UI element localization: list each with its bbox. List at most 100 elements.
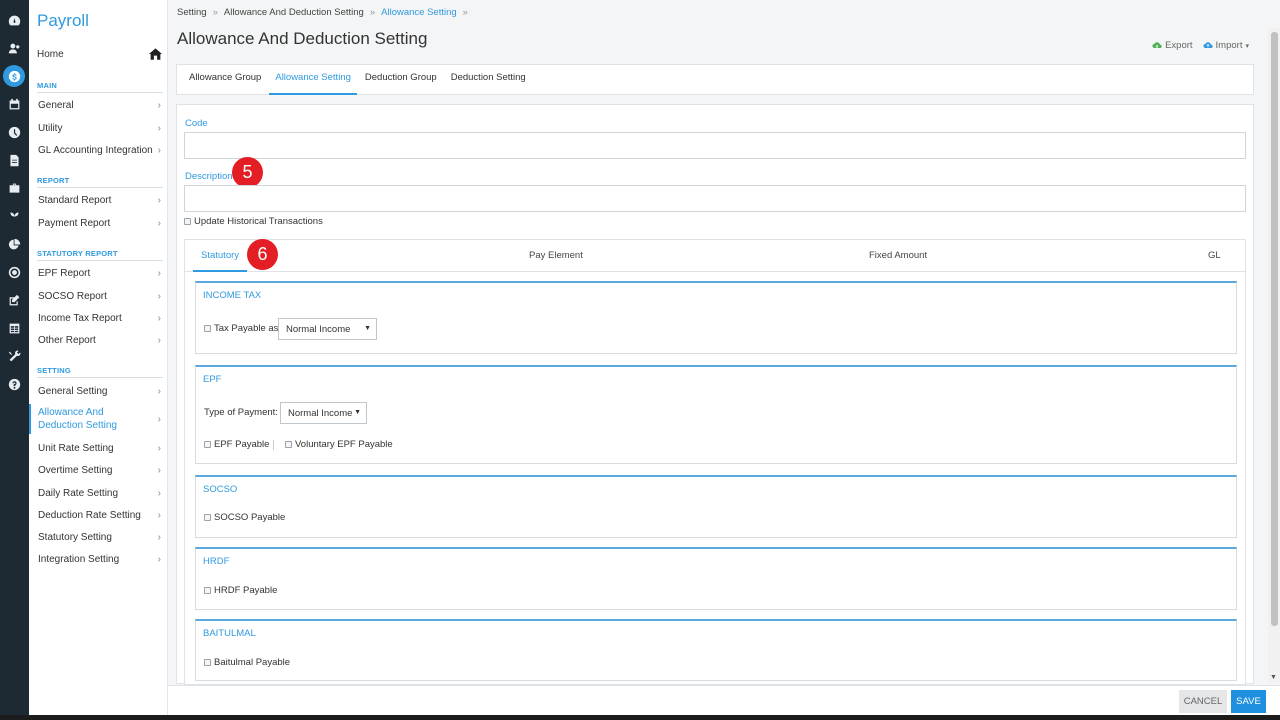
voluntary-epf-row[interactable]: Voluntary EPF Payable xyxy=(285,439,393,450)
chevron-right-icon: › xyxy=(157,413,161,425)
settings-tabs: Allowance Group Allowance Setting Deduct… xyxy=(176,64,1254,95)
breadcrumb-allowance-deduction[interactable]: Allowance And Deduction Setting xyxy=(224,7,364,18)
sidebar-item-socso-report[interactable]: SOCSO Report › xyxy=(29,287,167,305)
clock-icon[interactable] xyxy=(6,124,22,140)
sidebar-item-label: Utility xyxy=(38,122,63,134)
sidebar-item-epf-report[interactable]: EPF Report › xyxy=(29,264,167,282)
sidebar-item-deduction-rate-setting[interactable]: Deduction Rate Setting › xyxy=(29,506,167,524)
epf-payable-checkbox[interactable] xyxy=(204,441,211,448)
sidebar-item-label: EPF Report xyxy=(38,267,91,279)
update-historical-row[interactable]: Update Historical Transactions xyxy=(184,216,323,227)
tab-fixed-amount[interactable]: Fixed Amount xyxy=(869,240,927,272)
description-input[interactable] xyxy=(184,185,1246,212)
breadcrumb: Setting » Allowance And Deduction Settin… xyxy=(177,7,468,18)
import-button[interactable]: Import ▾ xyxy=(1202,40,1249,51)
sidebar-item-integration-setting[interactable]: Integration Setting › xyxy=(29,550,167,568)
sidebar-item-label: Statutory Setting xyxy=(38,531,112,543)
voluntary-epf-label: Voluntary EPF Payable xyxy=(295,439,393,450)
breadcrumb-setting[interactable]: Setting xyxy=(177,7,207,18)
hrdf-payable-row[interactable]: HRDF Payable xyxy=(204,585,277,596)
scroll-down-icon[interactable]: ▼ xyxy=(1270,674,1277,681)
sidebar-item-general-setting[interactable]: General Setting › xyxy=(29,382,167,400)
tools-icon[interactable] xyxy=(6,348,22,364)
sidebar-item-label: Allowance And Deduction Setting xyxy=(38,407,117,431)
hrdf-payable-label: HRDF Payable xyxy=(214,585,278,596)
pie-chart-icon[interactable] xyxy=(6,236,22,252)
epf-payment-type-select[interactable]: Normal Income ▼ xyxy=(280,402,367,424)
tab-allowance-setting[interactable]: Allowance Setting xyxy=(269,64,357,95)
sidebar-item-allowance-deduction-setting[interactable]: Allowance And Deduction Setting › xyxy=(29,404,167,434)
plant-icon[interactable] xyxy=(6,208,22,224)
sidebar-item-income-tax-report[interactable]: Income Tax Report › xyxy=(29,309,167,327)
section-label-report: REPORT xyxy=(37,176,70,185)
sidebar-item-label: Unit Rate Setting xyxy=(38,442,114,454)
caret-down-icon: ▼ xyxy=(364,325,371,332)
epf-payable-row[interactable]: EPF Payable xyxy=(204,439,269,450)
baitulmal-payable-label: Baitulmal Payable xyxy=(214,657,291,668)
tab-statutory[interactable]: Statutory xyxy=(193,240,248,272)
target-icon[interactable] xyxy=(6,264,22,280)
tax-payable-checkbox[interactable] xyxy=(204,325,211,332)
chevron-right-icon: › xyxy=(157,334,161,346)
sidebar-item-label: Home xyxy=(37,48,64,60)
sidebar-item-label: Integration Setting xyxy=(38,553,120,565)
scrollbar[interactable]: ▼ xyxy=(1268,28,1280,683)
sidebar-item-overtime-setting[interactable]: Overtime Setting › xyxy=(29,461,167,479)
payroll-dollar-icon[interactable] xyxy=(3,65,25,87)
people-icon[interactable] xyxy=(6,40,22,56)
voluntary-epf-checkbox[interactable] xyxy=(285,441,292,448)
update-historical-checkbox[interactable] xyxy=(184,218,191,225)
breadcrumb-current[interactable]: Allowance Setting xyxy=(381,7,457,18)
sub-tabs: Statutory Pay Element Fixed Amount GL xyxy=(185,240,1245,272)
code-input[interactable] xyxy=(184,132,1246,159)
hrdf-payable-checkbox[interactable] xyxy=(204,587,211,594)
cancel-button[interactable]: CANCEL xyxy=(1179,690,1227,713)
table-icon[interactable] xyxy=(6,320,22,336)
tax-payable-row[interactable]: Tax Payable as xyxy=(204,323,278,334)
sidebar-item-daily-rate-setting[interactable]: Daily Rate Setting › xyxy=(29,484,167,502)
allowance-form: Code Description 5 Update Historical Tra… xyxy=(176,104,1254,685)
dashboard-icon[interactable] xyxy=(6,12,22,28)
briefcase-icon[interactable] xyxy=(6,180,22,196)
divider xyxy=(37,260,163,261)
sidebar-item-statutory-setting[interactable]: Statutory Setting › xyxy=(29,528,167,546)
sidebar-item-label: GL Accounting Integration xyxy=(38,144,153,156)
sidebar-item-label: Overtime Setting xyxy=(38,464,113,476)
scrollbar-thumb[interactable] xyxy=(1271,32,1278,626)
baitulmal-title: BAITULMAL xyxy=(203,628,256,639)
tab-deduction-setting[interactable]: Deduction Setting xyxy=(445,64,532,95)
sidebar-item-payment-report[interactable]: Payment Report › xyxy=(29,214,167,232)
export-button[interactable]: Export xyxy=(1152,40,1193,51)
sidebar-item-gl-accounting[interactable]: GL Accounting Integration › xyxy=(29,141,167,159)
document-icon[interactable] xyxy=(6,152,22,168)
edit-icon[interactable] xyxy=(6,292,22,308)
socso-payable-label: SOCSO Payable xyxy=(214,512,286,523)
calendar-icon[interactable] xyxy=(6,96,22,112)
tax-payable-select[interactable]: Normal Income ▼ xyxy=(278,318,377,340)
socso-payable-row[interactable]: SOCSO Payable xyxy=(204,512,285,523)
tab-pay-element[interactable]: Pay Element xyxy=(529,240,583,272)
tab-allowance-group[interactable]: Allowance Group xyxy=(183,64,267,95)
socso-panel: SOCSO SOCSO Payable xyxy=(195,475,1237,538)
tab-deduction-group[interactable]: Deduction Group xyxy=(359,64,443,95)
help-icon[interactable] xyxy=(6,376,22,392)
sidebar-item-label: Other Report xyxy=(38,334,96,346)
sidebar-item-home[interactable]: Home xyxy=(37,46,162,62)
save-button[interactable]: SAVE xyxy=(1231,690,1266,713)
tax-payable-select-value: Normal Income xyxy=(286,323,351,335)
baitulmal-payable-row[interactable]: Baitulmal Payable xyxy=(204,657,290,668)
code-label: Code xyxy=(185,118,208,129)
baitulmal-payable-checkbox[interactable] xyxy=(204,659,211,666)
socso-payable-checkbox[interactable] xyxy=(204,514,211,521)
divider xyxy=(37,377,163,378)
home-icon xyxy=(149,48,162,60)
sidebar-item-general[interactable]: General › xyxy=(29,96,167,114)
sidebar-item-other-report[interactable]: Other Report › xyxy=(29,331,167,349)
tab-gl[interactable]: GL xyxy=(1208,240,1221,272)
taskbar-strip xyxy=(0,715,1280,720)
sidebar-item-label: General xyxy=(38,99,74,111)
sidebar-item-utility[interactable]: Utility › xyxy=(29,119,167,137)
icon-rail xyxy=(0,0,29,720)
sidebar-item-standard-report[interactable]: Standard Report › xyxy=(29,191,167,209)
sidebar-item-unit-rate-setting[interactable]: Unit Rate Setting › xyxy=(29,439,167,457)
